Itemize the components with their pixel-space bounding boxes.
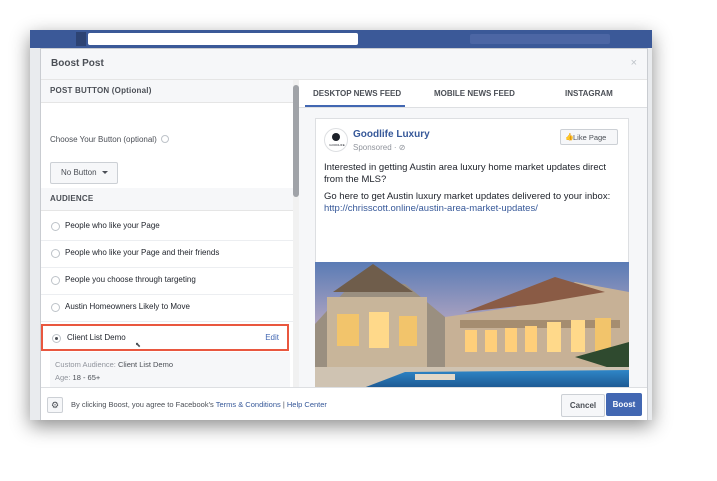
button-type-dropdown-value: No Button (61, 168, 97, 177)
tab-desktop-news-feed[interactable]: DESKTOP NEWS FEED (313, 89, 401, 98)
terms-text: By clicking Boost, you agree to Facebook… (71, 400, 327, 409)
close-icon[interactable]: × (631, 57, 637, 69)
choose-button-label: Choose Your Button (optional) (50, 135, 169, 144)
audience-section-header: AUDIENCE (41, 188, 293, 211)
edit-audience-link[interactable]: Edit (265, 333, 279, 342)
cancel-label: Cancel (569, 401, 597, 410)
ad-preview-pane: DESKTOP NEWS FEED MOBILE NEWS FEED INSTA… (299, 80, 647, 387)
page-name-link[interactable]: Goodlife Luxury (353, 129, 430, 140)
info-icon[interactable] (160, 135, 169, 143)
boost-settings-pane: POST BUTTON (Optional) Choose Your Butto… (41, 80, 293, 387)
facebook-logo-icon (76, 32, 86, 46)
facebook-search-bar[interactable] (88, 33, 358, 45)
boost-label: Boost (612, 400, 636, 409)
facebook-topbar-nav[interactable] (470, 34, 610, 44)
terms-prefix: By clicking Boost, you agree to Facebook… (71, 400, 214, 409)
gear-icon[interactable]: ⚙ (47, 397, 63, 413)
custom-audience-label: Custom Audience: (55, 360, 116, 369)
audience-section-title: AUDIENCE (50, 194, 94, 203)
tab-mobile-news-feed[interactable]: MOBILE NEWS FEED (434, 89, 515, 98)
help-center-link[interactable]: Help Center (287, 400, 327, 409)
sponsored-label: Sponsored · ⊘ (353, 143, 406, 152)
modal-title: Boost Post (51, 58, 104, 69)
terms-link[interactable]: Terms & Conditions (216, 400, 281, 409)
age-detail: Age: 18 - 65+ (55, 373, 100, 382)
mouse-cursor-icon: ⬉ (135, 342, 141, 349)
audience-option-selected[interactable]: Client List Demo ⬉ Edit (41, 324, 289, 351)
audience-option-label: People who like your Page (65, 221, 160, 230)
post-text-2: Go here to get Austin luxury market upda… (324, 191, 611, 202)
audience-option[interactable]: People who like your Page (41, 213, 293, 241)
audience-option[interactable]: Austin Homeowners Likely to Move (41, 294, 293, 322)
audience-option-label: People who like your Page and their frie… (65, 248, 220, 257)
page-avatar: GOODLIFE (324, 128, 348, 152)
choose-button-label-text: Choose Your Button (optional) (50, 135, 157, 144)
audience-option-label: Client List Demo (67, 333, 126, 342)
placement-tabs: DESKTOP NEWS FEED MOBILE NEWS FEED INSTA… (299, 80, 647, 108)
post-text-1: Interested in getting Austin area luxury… (324, 162, 606, 185)
age-value: 18 - 65+ (72, 373, 101, 382)
tab-instagram[interactable]: INSTAGRAM (565, 89, 613, 98)
boost-button[interactable]: Boost (606, 393, 642, 416)
audience-option-label: People you choose through targeting (65, 275, 196, 284)
cancel-button[interactable]: Cancel (561, 394, 605, 417)
custom-audience-value: Client List Demo (117, 360, 173, 369)
radio-button[interactable] (51, 303, 60, 312)
age-label: Age: (55, 373, 71, 382)
post-link[interactable]: http://chrisscott.online/austin-area-mar… (324, 203, 622, 215)
post-button-section-title: POST BUTTON (Optional) (50, 86, 152, 95)
radio-button-checked[interactable] (52, 334, 61, 343)
audience-option[interactable]: People who like your Page and their frie… (41, 240, 293, 268)
facebook-topbar (30, 30, 652, 48)
audience-option-label: Austin Homeowners Likely to Move (65, 302, 190, 311)
audience-option[interactable]: People you choose through targeting (41, 267, 293, 295)
like-page-label: Like Page (573, 133, 607, 142)
radio-button[interactable] (51, 222, 60, 231)
avatar-text: GOODLIFE (329, 143, 345, 147)
modal-footer: ⚙ By clicking Boost, you agree to Facebo… (41, 387, 647, 420)
custom-audience-detail: Custom Audience: Client List Demo (55, 360, 173, 369)
like-page-button[interactable]: 👍 Like Page (560, 129, 618, 145)
chevron-down-icon (102, 171, 108, 174)
radio-button[interactable] (51, 276, 60, 285)
modal-header: Boost Post × (41, 49, 647, 80)
post-button-section-header: POST BUTTON (Optional) (41, 80, 293, 103)
active-tab-indicator (305, 105, 405, 107)
boost-post-modal: Boost Post × POST BUTTON (Optional) Choo… (40, 48, 648, 420)
post-preview: GOODLIFE Goodlife Luxury Sponsored · ⊘ 👍… (315, 118, 629, 387)
radio-button[interactable] (51, 249, 60, 258)
post-image-luxury-home (315, 262, 629, 387)
button-type-dropdown[interactable]: No Button (50, 162, 118, 184)
footer-separator: | (282, 400, 285, 409)
